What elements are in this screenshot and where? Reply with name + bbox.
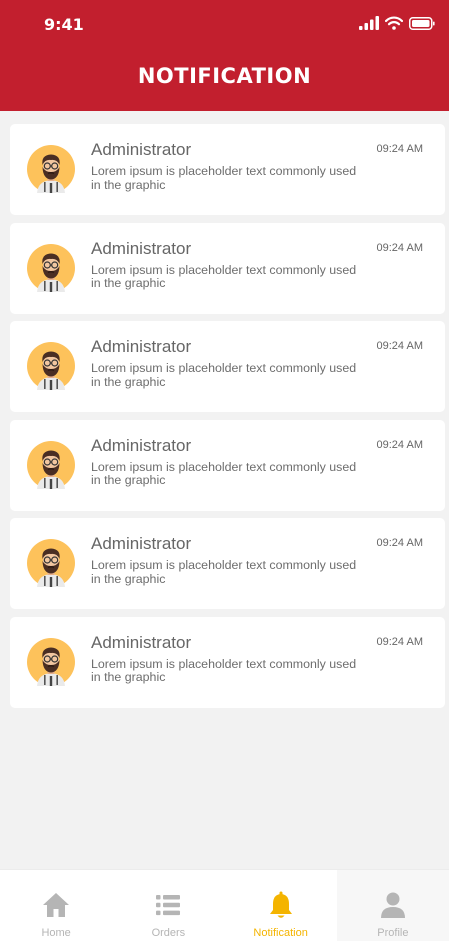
notification-card[interactable]: Administrator Lorem ipsum is placeholder… [10, 518, 445, 610]
avatar [27, 539, 75, 588]
notification-title: Administrator [91, 534, 192, 554]
notification-time: 09:24 AM [376, 143, 423, 155]
avatar [27, 342, 75, 391]
notification-card[interactable]: Administrator Lorem ipsum is placeholder… [10, 419, 445, 511]
tab-orders[interactable]: Orders [112, 870, 224, 941]
notification-message: Lorem ipsum is placeholder text commonly… [91, 558, 357, 586]
notification-title: Administrator [91, 238, 192, 258]
notification-message: Lorem ipsum is placeholder text commonly… [91, 656, 357, 685]
notification-title: Administrator [91, 632, 192, 652]
notification-title: Administrator [91, 435, 192, 455]
notification-message: Lorem ipsum is placeholder text commonly… [91, 361, 357, 389]
status-time: 9:41 [44, 15, 84, 34]
notification-time: 09:24 AM [376, 241, 423, 254]
notification-time: 09:24 AM [376, 537, 423, 550]
user-icon [380, 892, 405, 918]
notification-time: 09:24 AM [376, 635, 423, 648]
notification-time: 09:24 AM [376, 340, 423, 353]
avatar [27, 145, 75, 193]
list-icon [156, 895, 181, 916]
page-title: NOTIFICATION [137, 64, 312, 88]
notification-message: Lorem ipsum is placeholder text commonly… [91, 164, 357, 192]
wifi-icon [385, 16, 403, 30]
signal-icon [359, 16, 379, 30]
tab-label: Home [41, 927, 71, 939]
notification-message: Lorem ipsum is placeholder text commonly… [91, 459, 357, 488]
notification-message: Lorem ipsum is placeholder text commonly… [91, 262, 357, 291]
notification-card[interactable]: Administrator Lorem ipsum is placeholder… [10, 222, 445, 314]
bell-icon [269, 891, 292, 918]
avatar [27, 440, 75, 489]
bottom-tab-bar: Home Orders Notification Profile [0, 869, 449, 941]
tab-label: Profile [377, 927, 409, 939]
notification-title: Administrator [91, 140, 192, 159]
notification-title: Administrator [91, 337, 192, 357]
tab-label: Notification [253, 927, 308, 939]
status-bar: 9:41 [0, 0, 449, 48]
notification-time: 09:24 AM [376, 438, 423, 451]
notification-card[interactable]: Administrator Lorem ipsum is placeholder… [10, 321, 445, 413]
avatar [27, 637, 75, 686]
tab-home[interactable]: Home [0, 870, 112, 941]
notification-list: Administrator Lorem ipsum is placeholder… [10, 124, 445, 716]
notification-card[interactable]: Administrator Lorem ipsum is placeholder… [10, 616, 445, 708]
tab-label: Orders [151, 927, 186, 939]
status-icons [359, 14, 435, 32]
avatar [27, 243, 75, 292]
notification-card[interactable]: Administrator Lorem ipsum is placeholder… [10, 124, 445, 215]
tab-notification[interactable]: Notification [225, 870, 337, 941]
tab-profile[interactable]: Profile [336, 870, 449, 941]
home-icon [43, 893, 70, 917]
battery-icon [409, 16, 435, 30]
app-header: 9:41 NOTIFICATION [0, 0, 449, 111]
